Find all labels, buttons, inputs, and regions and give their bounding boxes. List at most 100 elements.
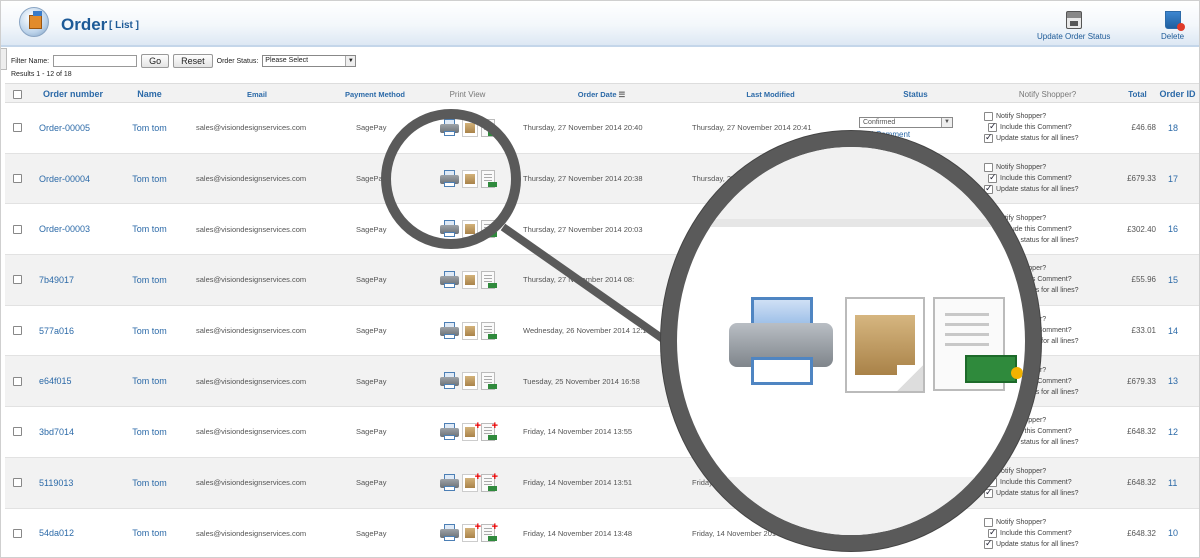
orders-logo-icon — [19, 7, 49, 37]
order-total: £679.33 — [1127, 376, 1156, 386]
col-order-date[interactable]: Order Date ☰ — [517, 84, 686, 104]
notify-shopper-option[interactable]: Notify Shopper? — [984, 112, 1047, 122]
package-icon[interactable]: + — [462, 471, 481, 492]
invoice-icon[interactable] — [481, 321, 497, 340]
row-checkbox[interactable] — [5, 103, 29, 153]
customer-name-link[interactable]: Tom tom — [117, 255, 182, 305]
notify-shopper-checkbox[interactable] — [984, 112, 993, 122]
row-checkbox[interactable] — [5, 154, 29, 204]
order-number-link[interactable]: Order-00004 — [29, 154, 117, 204]
payment-method: SagePay — [356, 427, 387, 437]
package-icon[interactable]: + — [462, 420, 481, 441]
order-date: Thursday, 27 November 2014 20:38 — [523, 174, 643, 184]
sidebar-toggle[interactable] — [1, 48, 7, 70]
printer-icon[interactable] — [440, 321, 459, 340]
customer-name-link[interactable]: Tom tom — [117, 407, 182, 457]
order-id-link[interactable]: 10 — [1156, 509, 1199, 558]
notify-shopper-label: Notify Shopper? — [996, 113, 1047, 121]
order-number-link[interactable]: 577a016 — [29, 306, 117, 356]
order-date: Thursday, 27 November 2014 20:03 — [523, 224, 643, 234]
order-number-link[interactable]: Order-00003 — [29, 204, 117, 254]
go-button[interactable]: Go — [141, 54, 170, 68]
include-comment-checkbox[interactable] — [988, 121, 997, 133]
status-select[interactable]: Confirmed ▼ — [859, 116, 953, 128]
order-number-link[interactable]: 3bd7014 — [29, 407, 117, 457]
col-payment-method[interactable]: Payment Method — [332, 84, 418, 104]
filter-name-input[interactable] — [53, 55, 138, 67]
order-number-link[interactable]: 5119013 — [29, 458, 117, 508]
col-status[interactable]: Status — [855, 84, 976, 104]
payment-method: SagePay — [356, 478, 387, 488]
update-all-lines-checkbox[interactable] — [984, 538, 993, 549]
row-checkbox[interactable] — [5, 306, 29, 356]
package-icon[interactable] — [462, 321, 478, 340]
customer-name-link[interactable]: Tom tom — [117, 509, 182, 558]
invoice-icon[interactable]: + — [481, 471, 498, 492]
update-all-lines-option[interactable]: Update status for all lines? — [984, 132, 1079, 144]
printer-icon[interactable] — [440, 372, 459, 390]
customer-email: sales@visiondesignservices.com — [196, 427, 307, 437]
update-all-lines-checkbox[interactable] — [984, 132, 993, 144]
customer-name-link[interactable]: Tom tom — [117, 306, 182, 356]
invoice-icon[interactable]: + — [481, 522, 498, 543]
row-checkbox[interactable] — [5, 255, 29, 305]
col-order-number[interactable]: Order number — [29, 84, 117, 104]
customer-name-link[interactable]: Tom tom — [117, 103, 182, 153]
invoice-icon[interactable]: + — [481, 420, 498, 441]
order-number-link[interactable]: e64f015 — [29, 356, 117, 406]
update-all-lines-option[interactable]: Update status for all lines? — [984, 538, 1079, 549]
order-number-link[interactable]: 7b49017 — [29, 255, 117, 305]
col-name[interactable]: Name — [117, 84, 182, 104]
page-subtitle: [ List ] — [109, 20, 139, 31]
order-id-link[interactable]: 13 — [1156, 356, 1199, 406]
customer-name-link[interactable]: Tom tom — [117, 458, 182, 508]
order-id-link[interactable]: 17 — [1156, 154, 1199, 204]
order-status-select[interactable]: Please Select ▼ — [262, 55, 357, 67]
order-id-link[interactable]: 18 — [1156, 103, 1199, 153]
magnifier-small-ring — [381, 109, 521, 249]
printer-icon[interactable] — [440, 422, 459, 441]
col-last-modified[interactable]: Last Modified — [686, 84, 855, 104]
customer-name-link[interactable]: Tom tom — [117, 356, 182, 406]
row-checkbox[interactable] — [5, 356, 29, 406]
select-all-checkbox[interactable] — [5, 84, 29, 104]
order-number-link[interactable]: 54da012 — [29, 509, 117, 558]
col-email[interactable]: Email — [182, 84, 332, 104]
update-order-status-button[interactable]: Update Order Status — [1037, 11, 1110, 41]
order-id-link[interactable]: 14 — [1156, 306, 1199, 356]
order-number-link[interactable]: Order-00005 — [29, 103, 117, 153]
customer-name-link[interactable]: Tom tom — [117, 204, 182, 254]
order-date: Tuesday, 25 November 2014 16:58 — [523, 376, 640, 386]
header-bar: Order [ List ] Update Order Status Delet… — [1, 1, 1199, 47]
invoice-icon[interactable] — [481, 372, 497, 391]
package-icon[interactable] — [462, 372, 478, 391]
customer-name-link[interactable]: Tom tom — [117, 154, 182, 204]
col-order-id[interactable]: Order ID — [1156, 84, 1199, 104]
row-checkbox[interactable] — [5, 204, 29, 254]
order-id-link[interactable]: 12 — [1156, 407, 1199, 457]
delete-button[interactable]: Delete — [1161, 11, 1185, 41]
include-comment-option[interactable]: Include this Comment? — [984, 121, 1072, 133]
invoice-icon[interactable] — [481, 270, 497, 289]
chevron-down-icon: ▼ — [345, 56, 356, 66]
order-id-link[interactable]: 15 — [1156, 255, 1199, 305]
printer-icon[interactable] — [440, 524, 459, 542]
package-icon[interactable]: + — [462, 522, 481, 543]
customer-email: sales@visiondesignservices.com — [196, 224, 307, 234]
printer-icon[interactable] — [440, 473, 459, 492]
zoomed-package-icon — [845, 297, 925, 393]
payment-method: SagePay — [356, 528, 387, 538]
results-count: Results 1 - 12 of 18 — [11, 71, 72, 78]
order-id-link[interactable]: 11 — [1156, 458, 1199, 508]
row-checkbox[interactable] — [5, 407, 29, 457]
order-id-link[interactable]: 16 — [1156, 204, 1199, 254]
col-total[interactable]: Total — [1119, 84, 1156, 104]
package-icon[interactable] — [462, 270, 478, 289]
payment-method: SagePay — [356, 275, 387, 285]
order-date: Friday, 14 November 2014 13:55 — [523, 427, 633, 437]
row-checkbox[interactable] — [5, 458, 29, 508]
printer-icon[interactable] — [440, 270, 459, 289]
row-checkbox[interactable] — [5, 509, 29, 558]
payment-method: SagePay — [356, 326, 387, 336]
reset-button[interactable]: Reset — [173, 54, 213, 68]
